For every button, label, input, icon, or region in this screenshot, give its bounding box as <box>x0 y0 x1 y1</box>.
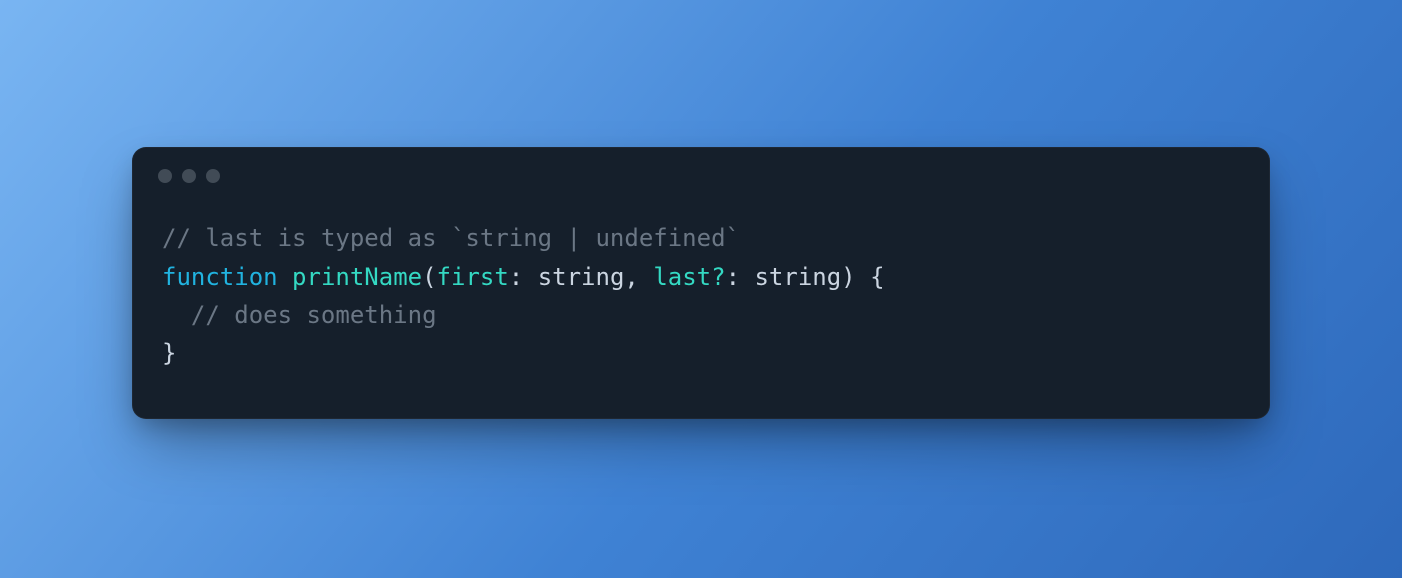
code-param-last: last? <box>653 263 725 291</box>
code-function-name: printName <box>292 263 422 291</box>
window-titlebar <box>132 147 1270 191</box>
traffic-light-zoom-icon[interactable] <box>206 169 220 183</box>
code-comma: , <box>624 263 653 291</box>
code-brace-open: { <box>870 263 884 291</box>
code-colon: : <box>726 263 755 291</box>
code-keyword-function: function <box>162 263 278 291</box>
code-paren-close: ) <box>841 263 855 291</box>
code-type-string-2: string <box>754 263 841 291</box>
code-window: // last is typed as `string | undefined`… <box>132 147 1270 419</box>
code-comment-line-1: // last is typed as `string | undefined` <box>162 224 740 252</box>
code-colon: : <box>509 263 538 291</box>
traffic-light-minimize-icon[interactable] <box>182 169 196 183</box>
code-param-first: first <box>437 263 509 291</box>
code-comment-line-3: // does something <box>191 301 437 329</box>
code-paren-open: ( <box>422 263 436 291</box>
code-space <box>856 263 870 291</box>
code-block: // last is typed as `string | undefined`… <box>132 191 1270 419</box>
code-brace-close: } <box>162 339 176 367</box>
code-type-string-1: string <box>538 263 625 291</box>
traffic-light-close-icon[interactable] <box>158 169 172 183</box>
code-space <box>278 263 292 291</box>
